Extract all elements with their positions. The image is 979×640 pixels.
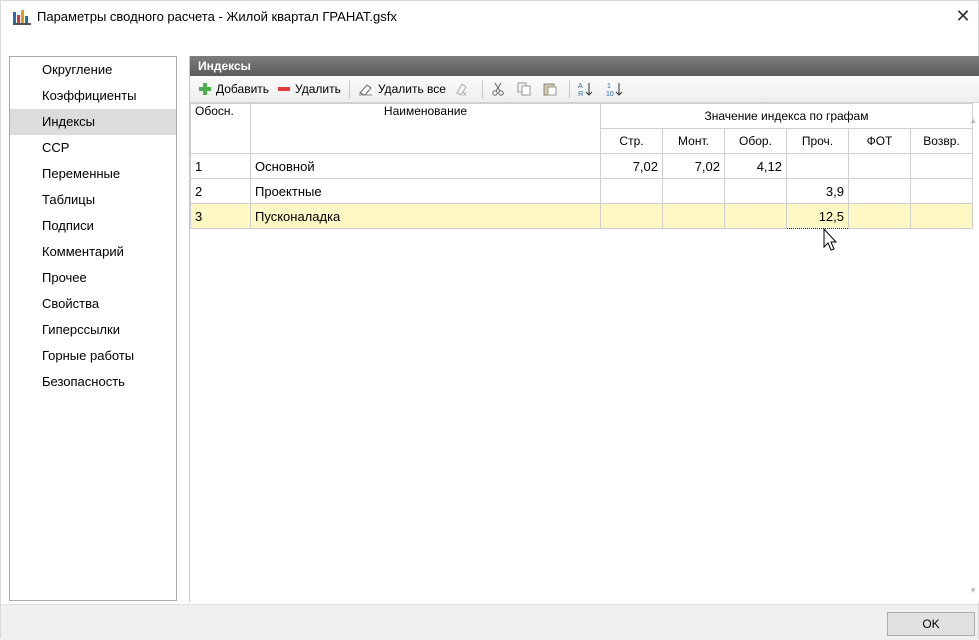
column-group-header: Значение индекса по графам [600,103,973,129]
cell-value[interactable] [600,203,663,229]
copy-icon [517,82,531,96]
nav-item-comment[interactable]: Комментарий [10,239,176,265]
column-header-basis[interactable]: Обосн. [190,103,251,154]
cell-name[interactable]: Основной [250,153,601,179]
toolbar-separator [481,80,483,98]
table-row[interactable]: 2 Проектные 3,9 [190,178,973,204]
svg-text:10: 10 [606,91,614,97]
cell-value[interactable] [662,203,725,229]
svg-text:A: A [578,83,583,90]
cell-value[interactable] [724,178,787,204]
dialog-window: Параметры сводного расчета - Жилой кварт… [0,0,979,640]
column-header-obor[interactable]: Обор. [724,128,787,154]
cell-value-editing[interactable]: 12,5 [786,203,849,229]
paste-button[interactable] [539,78,565,100]
ok-button[interactable]: OK [887,612,975,636]
column-header-name[interactable]: Наименование [250,103,601,154]
indexes-panel: Индексы Добавить Удалить Удалить все x A… [189,56,979,602]
nav-item-signatures[interactable]: Подписи [10,213,176,239]
nav-item-tables[interactable]: Таблицы [10,187,176,213]
clear-icon: x [456,83,467,97]
nav-item-coefficients[interactable]: Коэффициенты [10,83,176,109]
add-button[interactable]: Добавить [194,78,273,100]
column-header-str[interactable]: Стр. [600,128,663,154]
cell-basis[interactable]: 3 [190,203,251,229]
nav-item-hyperlinks[interactable]: Гиперссылки [10,317,176,343]
column-header-vozvr[interactable]: Возвр. [910,128,973,154]
cell-name[interactable]: Пусконаладка [250,203,601,229]
cell-value[interactable] [600,178,663,204]
toolbar: Добавить Удалить Удалить все x A Я 1 10 [190,76,979,103]
cell-value[interactable] [910,203,973,229]
nav-item-other[interactable]: Прочее [10,265,176,291]
sort-numeric-button[interactable]: 1 10 [602,78,632,100]
delete-button[interactable]: Удалить [273,78,345,100]
delete-button-label: Удалить [295,82,341,96]
nav-item-rounding[interactable]: Округление [10,57,176,83]
sort-alpha-icon: A Я [578,83,593,97]
cell-value[interactable]: 7,02 [662,153,725,179]
cell-value[interactable] [724,203,787,229]
delete-all-button-label: Удалить все [377,82,446,96]
svg-text:1: 1 [607,83,611,90]
settings-nav: Округление Коэффициенты Индексы ССР Пере… [9,56,177,601]
column-header-proch[interactable]: Проч. [786,128,849,154]
svg-text:x: x [463,91,467,97]
cell-value[interactable] [848,178,911,204]
title-bar: Параметры сводного расчета - Жилой кварт… [1,1,978,33]
nav-item-security[interactable]: Безопасность [10,369,176,395]
plus-icon [199,83,211,95]
column-header-mont[interactable]: Монт. [662,128,725,154]
cell-value[interactable]: 3,9 [786,178,849,204]
eraser-icon [358,84,372,96]
minus-icon [278,87,291,91]
app-icon [13,10,31,25]
column-header-fot[interactable]: ФОТ [848,128,911,154]
panel-title: Индексы [190,56,979,76]
cell-value[interactable] [848,203,911,229]
nav-item-properties[interactable]: Свойства [10,291,176,317]
nav-item-ssr[interactable]: ССР [10,135,176,161]
clear-format-button[interactable]: x [450,78,478,100]
scroll-down-icon[interactable]: ▼ [969,586,977,595]
cell-value[interactable] [662,178,725,204]
table-row[interactable]: 1 Основной 7,02 7,02 4,12 [190,153,973,179]
table-row-selected[interactable]: 3 Пусконаладка 12,5 [190,203,973,229]
toolbar-separator [568,80,570,98]
scroll-up-icon[interactable]: ▲ [969,116,977,125]
cell-value[interactable] [786,153,849,179]
mouse-cursor-icon [823,228,838,251]
nav-item-indexes[interactable]: Индексы [10,109,176,135]
nav-item-variables[interactable]: Переменные [10,161,176,187]
cell-value[interactable] [910,178,973,204]
nav-item-mining[interactable]: Горные работы [10,343,176,369]
close-icon[interactable]: ✕ [952,5,974,27]
svg-text:Я: Я [578,91,583,97]
cell-basis[interactable]: 1 [190,153,251,179]
cell-name[interactable]: Проектные [250,178,601,204]
scissors-icon [492,82,504,96]
sort-numeric-icon: 1 10 [606,83,623,97]
indexes-table: Обосн. Наименование Значение индекса по … [190,103,973,229]
copy-button[interactable] [513,78,539,100]
window-title: Параметры сводного расчета - Жилой кварт… [37,9,397,24]
cut-button[interactable] [487,78,513,100]
sort-alpha-button[interactable]: A Я [574,78,602,100]
delete-all-button[interactable]: Удалить все [354,78,450,100]
cell-value[interactable] [910,153,973,179]
paste-icon [543,83,557,96]
add-button-label: Добавить [216,82,270,96]
cell-basis[interactable]: 2 [190,178,251,204]
toolbar-separator [348,80,350,98]
cell-value[interactable]: 7,02 [600,153,663,179]
dialog-footer [1,604,978,640]
cell-value[interactable] [848,153,911,179]
cell-value[interactable]: 4,12 [724,153,787,179]
